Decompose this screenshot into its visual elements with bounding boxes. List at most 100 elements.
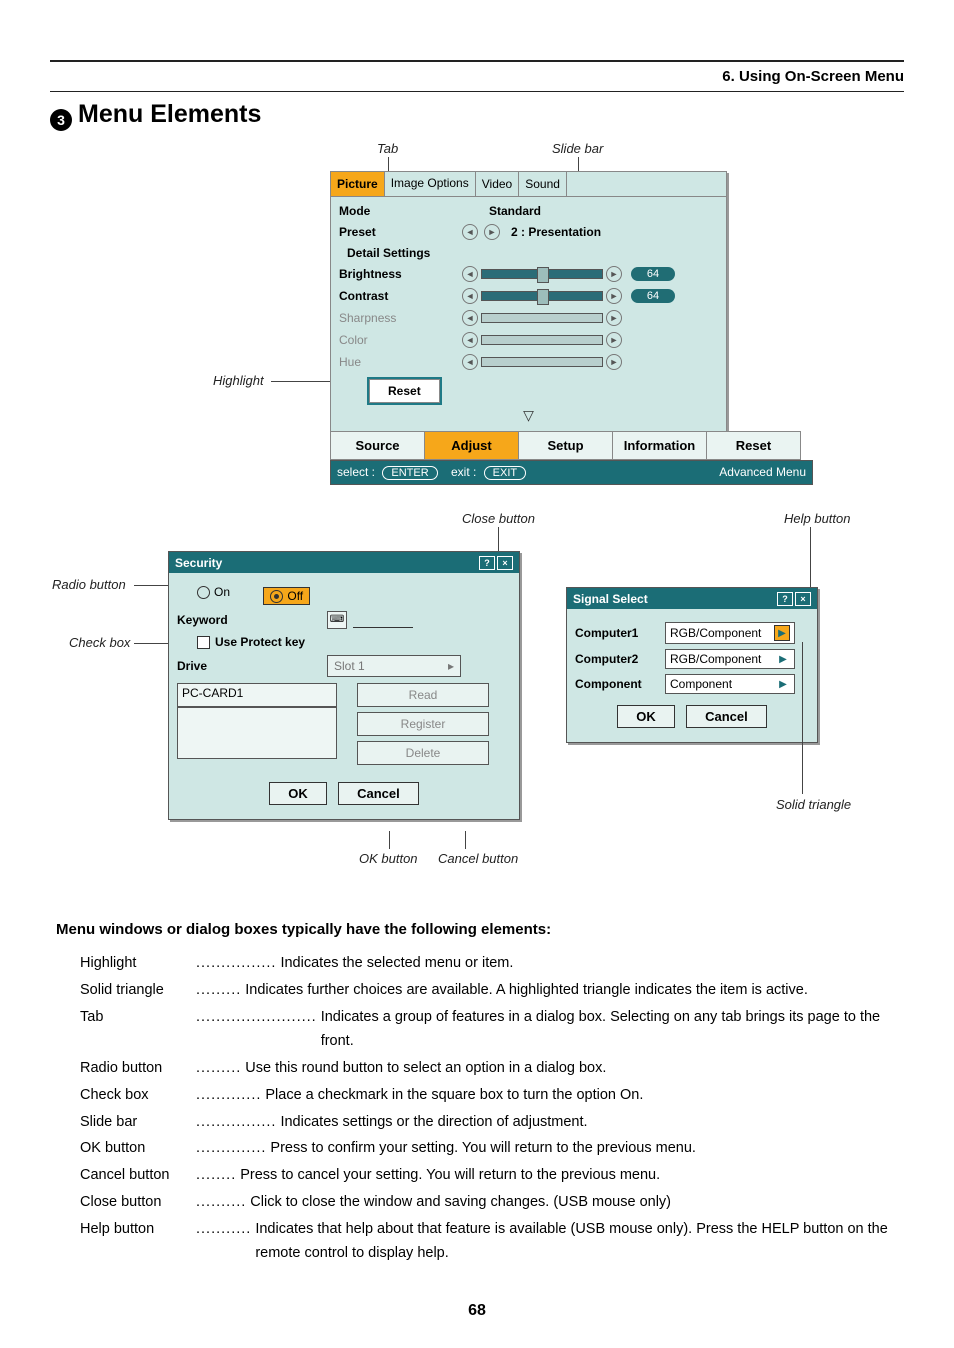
osd-color-label: Color	[339, 333, 459, 347]
osd-reset-button[interactable]: Reset	[369, 379, 440, 403]
arrow-right-icon: ►	[606, 310, 622, 326]
security-title: Security	[175, 556, 222, 570]
definition-row: Tab........................Indicates a g…	[80, 1006, 904, 1054]
definition-term: Highlight	[80, 952, 196, 976]
definition-term: Slide bar	[80, 1111, 196, 1135]
sig-label-2: Computer2	[575, 652, 665, 666]
sig-combo-1[interactable]: RGB/Component▶	[665, 622, 795, 644]
tab-image-options[interactable]: Image Options	[385, 172, 476, 196]
cancel-button[interactable]: Cancel	[686, 705, 767, 728]
chapter-header: 6. Using On-Screen Menu	[50, 68, 904, 85]
maintab-adjust[interactable]: Adjust	[424, 431, 519, 460]
sharpness-slider	[481, 313, 603, 323]
ok-button[interactable]: OK	[617, 705, 675, 728]
arrow-right-icon: ►	[606, 354, 622, 370]
maintab-setup[interactable]: Setup	[518, 431, 613, 460]
osd-mode-label: Mode	[339, 204, 459, 218]
definition-row: Cancel button........Press to cancel you…	[80, 1164, 904, 1188]
pc-card-field[interactable]: PC-CARD1	[177, 683, 337, 707]
osd-hue-label: Hue	[339, 355, 459, 369]
signal-select-dialog: Signal Select?× Computer1RGB/Component▶ …	[566, 587, 818, 743]
maintab-information[interactable]: Information	[612, 431, 707, 460]
definition-desc: Indicates a group of features in a dialo…	[321, 1006, 904, 1054]
radio-on[interactable]: On	[197, 585, 230, 599]
figure-area: Tab Slide bar Highlight Picture Image Op…	[50, 141, 904, 901]
definition-row: Highlight................Indicates the s…	[80, 952, 904, 976]
tab-sound[interactable]: Sound	[519, 172, 567, 196]
section-title-text: Menu Elements	[78, 100, 261, 128]
signal-title: Signal Select	[573, 592, 648, 606]
callout-cancel: Cancel button	[438, 851, 518, 866]
keyboard-icon[interactable]: ⌨	[327, 611, 347, 629]
ok-button[interactable]: OK	[269, 782, 327, 805]
arrow-left-icon[interactable]: ◄	[462, 266, 478, 282]
delete-button[interactable]: Delete	[357, 741, 489, 765]
arrow-left-icon: ◄	[462, 310, 478, 326]
pc-card-area[interactable]	[177, 707, 337, 759]
osd-contrast-label: Contrast	[339, 289, 459, 303]
color-slider	[481, 335, 603, 345]
callout-slidebar: Slide bar	[552, 141, 603, 156]
definition-desc: Press to confirm your setting. You will …	[270, 1137, 904, 1161]
osd-detail-label[interactable]: Detail Settings	[339, 246, 467, 260]
arrow-right-icon[interactable]: ►	[606, 266, 622, 282]
definition-desc: Indicates the selected menu or item.	[280, 952, 904, 976]
sig-combo-2[interactable]: RGB/Component▶	[665, 649, 795, 669]
contrast-slider[interactable]	[481, 291, 603, 301]
section-title: 3 Menu Elements	[50, 100, 904, 131]
tab-picture[interactable]: Picture	[331, 172, 385, 196]
osd-brightness-label: Brightness	[339, 267, 459, 281]
callout-close-button: Close button	[462, 511, 535, 526]
callout-help-button: Help button	[784, 511, 851, 526]
protect-label: Use Protect key	[215, 635, 305, 649]
keyword-input[interactable]	[353, 613, 413, 628]
help-icon[interactable]: ?	[777, 592, 793, 606]
arrow-left-icon: ◄	[462, 332, 478, 348]
definition-term: Radio button	[80, 1057, 196, 1081]
arrow-left-icon: ◄	[462, 354, 478, 370]
sig-label-3: Component	[575, 677, 665, 691]
status-exit-key: EXIT	[484, 466, 526, 480]
definition-term: Cancel button	[80, 1164, 196, 1188]
maintab-reset[interactable]: Reset	[706, 431, 801, 460]
solid-triangle-icon[interactable]: ▶	[776, 652, 790, 666]
sig-combo-3[interactable]: Component▶	[665, 674, 795, 694]
close-icon[interactable]: ×	[497, 556, 513, 570]
definition-row: Close button..........Click to close the…	[80, 1191, 904, 1215]
page-number: 68	[0, 1302, 954, 1320]
definition-term: Check box	[80, 1084, 196, 1108]
cancel-button[interactable]: Cancel	[338, 782, 419, 805]
brightness-slider[interactable]	[481, 269, 603, 279]
definition-row: Solid triangle.........Indicates further…	[80, 979, 904, 1003]
definition-desc: Use this round button to select an optio…	[245, 1057, 904, 1081]
protect-checkbox[interactable]	[197, 636, 210, 649]
drive-select[interactable]: Slot 1▸	[327, 655, 461, 677]
solid-triangle-icon[interactable]: ▶	[774, 625, 790, 641]
status-right-label: Advanced Menu	[719, 465, 806, 480]
contrast-value: 64	[631, 289, 675, 303]
section-number-badge: 3	[50, 109, 72, 131]
definition-row: Slide bar................Indicates setti…	[80, 1111, 904, 1135]
register-button[interactable]: Register	[357, 712, 489, 736]
arrow-right-icon: ►	[606, 332, 622, 348]
arrow-left-icon[interactable]: ◄	[462, 224, 478, 240]
close-icon[interactable]: ×	[795, 592, 811, 606]
chevron-right-icon: ▸	[448, 659, 454, 673]
tab-video[interactable]: Video	[476, 172, 519, 196]
radio-off[interactable]: Off	[263, 587, 310, 605]
elements-subtitle: Menu windows or dialog boxes typically h…	[50, 921, 904, 938]
osd-mode-value: Standard	[489, 204, 541, 218]
chevron-down-icon[interactable]: ▽	[339, 405, 718, 428]
callout-highlight: Highlight	[213, 373, 264, 388]
callout-solid-triangle: Solid triangle	[776, 797, 851, 812]
definition-desc: Place a checkmark in the square box to t…	[265, 1084, 904, 1108]
arrow-left-icon[interactable]: ◄	[462, 288, 478, 304]
osd-preset-value: 2 : Presentation	[511, 225, 601, 239]
maintab-source[interactable]: Source	[330, 431, 425, 460]
read-button[interactable]: Read	[357, 683, 489, 707]
arrow-right-icon[interactable]: ►	[606, 288, 622, 304]
solid-triangle-icon[interactable]: ▶	[776, 677, 790, 691]
help-icon[interactable]: ?	[479, 556, 495, 570]
arrow-right-icon[interactable]: ►	[484, 224, 500, 240]
sig-label-1: Computer1	[575, 626, 665, 640]
